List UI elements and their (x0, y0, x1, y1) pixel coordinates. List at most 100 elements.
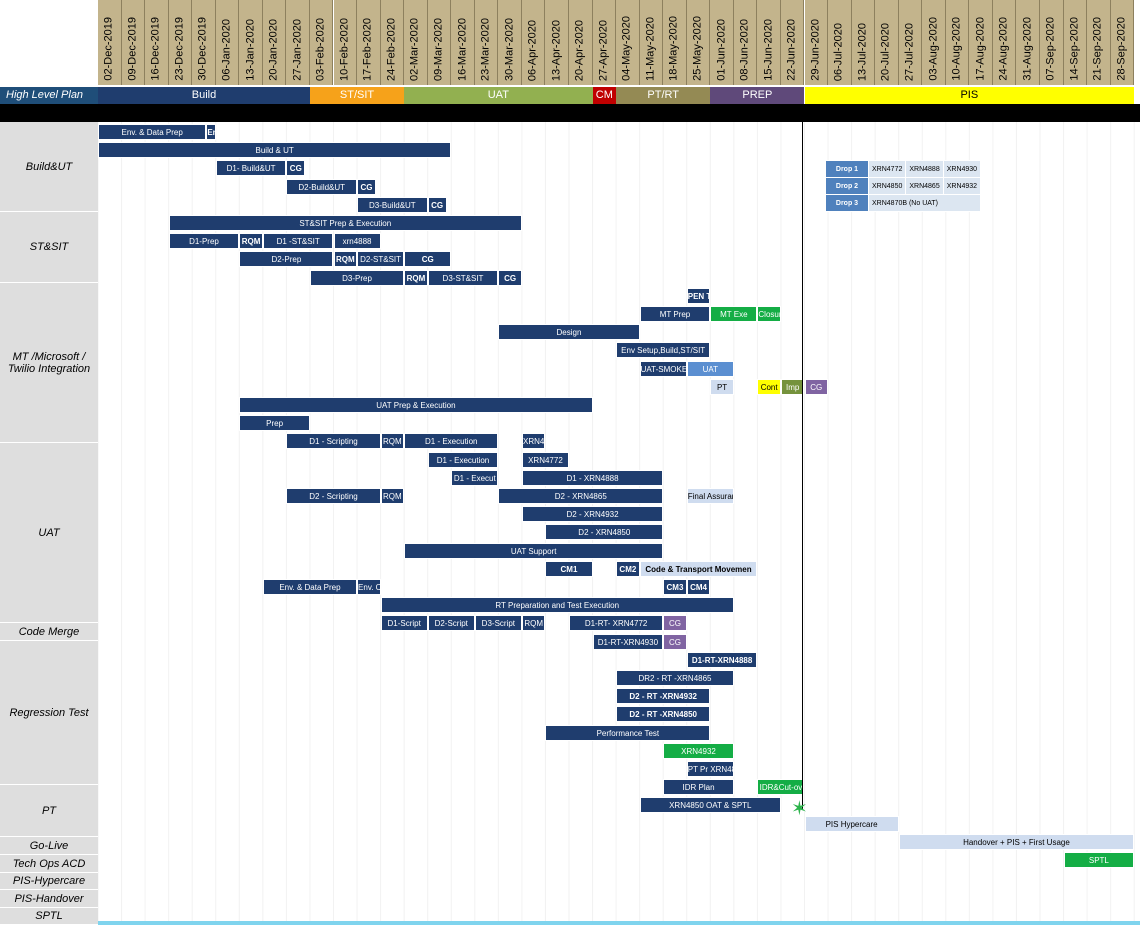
task-bar: Env. & Data Prep (262, 579, 358, 595)
row-label: MT /Microsoft / Twilio Integration (0, 283, 98, 443)
task-bar: D2 - Scripting (286, 488, 381, 504)
task-bar: CM3 (663, 579, 687, 595)
date-header: 06-Jul-2020 (828, 0, 852, 85)
task-bar: Imp (780, 378, 805, 395)
task-bar: RQM (333, 251, 358, 268)
task-bar: D1-Script (380, 615, 428, 632)
task-bar: Code & Transport Movemen (639, 560, 758, 577)
date-label: 09-Mar-2020 (432, 18, 445, 81)
date-header: 09-Mar-2020 (427, 0, 452, 85)
phase-cm: CM (592, 87, 617, 104)
date-label: 08-Jun-2020 (738, 19, 751, 81)
task-bar: DR2 - RT -XRN4865 (616, 670, 734, 686)
date-header: 13-Jul-2020 (851, 0, 876, 85)
task-bar: D2-ST&SIT (357, 251, 405, 268)
date-header: 17-Feb-2020 (357, 0, 381, 85)
task-bar: D3-Script (474, 615, 522, 632)
date-label: 09-Dec-2019 (126, 17, 139, 81)
row-label: Build&UT (0, 122, 98, 212)
task-bar: D2 - RT -XRN4850 (616, 706, 711, 723)
date-header: 07-Sep-2020 (1040, 0, 1064, 85)
date-header: 16-Dec-2019 (145, 0, 169, 85)
date-label: 16-Mar-2020 (456, 18, 469, 81)
date-header: 22-Jun-2020 (780, 0, 805, 85)
task-bar: CG (663, 633, 687, 650)
date-header: 20-Jul-2020 (875, 0, 899, 85)
row-label: PIS-Hypercare (0, 873, 98, 890)
task-bar: Env. (206, 124, 216, 140)
row-label: Code Merge (0, 623, 98, 641)
drop-label: Drop 2 (825, 177, 869, 195)
task-bar: D2 - XRN4865 (498, 488, 664, 504)
date-header: 31-Aug-2020 (1016, 0, 1040, 85)
date-label: 27-Jan-2020 (291, 19, 304, 81)
task-bar: RQM (380, 488, 405, 504)
task-bar: UAT-SMOKE (639, 360, 687, 377)
bottom-border (98, 921, 1140, 925)
task-bar: D1-Prep (168, 233, 240, 250)
task-bar: RQM (380, 433, 405, 450)
task-bar: RQM (404, 269, 428, 286)
task-bar: SPTL (1063, 852, 1135, 868)
date-header: 15-Jun-2020 (757, 0, 781, 85)
date-label: 24-Feb-2020 (385, 18, 398, 81)
date-label: 23-Mar-2020 (479, 18, 492, 81)
task-bar: D3-Prep (309, 269, 405, 286)
task-bar: Handover + PIS + First Usage (898, 833, 1135, 850)
date-header: 06-Apr-2020 (521, 0, 546, 85)
task-bar: CM4 (686, 579, 711, 595)
row-label: Regression Test (0, 641, 98, 785)
task-bar: UAT Prep & Execution (239, 397, 593, 413)
date-header: 01-Jun-2020 (710, 0, 734, 85)
drop-table: Drop 1 XRN4772 XRN4888 XRN4930 Drop 2 XRN4850… (825, 160, 982, 212)
task-bar: Design (498, 324, 640, 341)
task-bar: D1 - Execution (427, 451, 499, 468)
date-header: 30-Dec-2019 (192, 0, 216, 85)
date-label: 06-Jul-2020 (832, 22, 845, 81)
task-bar: D1 - Scripting (286, 433, 381, 450)
gantt-chart: 02-Dec-2019 09-Dec-2019 16-Dec-2019 23-Dec-… (0, 0, 1140, 925)
task-bar: MT Prep (639, 306, 711, 322)
date-header: 23-Mar-2020 (474, 0, 499, 85)
date-label: 15-Jun-2020 (762, 19, 775, 81)
date-label: 01-Jun-2020 (715, 19, 728, 81)
date-label: 20-Apr-2020 (573, 19, 586, 81)
high-level-plan-label: High Level Plan (0, 87, 98, 104)
date-label: 04-May-2020 (620, 16, 633, 81)
date-label: 29-Jun-2020 (809, 19, 822, 81)
task-bar: UAT Support (404, 542, 664, 559)
date-header: 17-Aug-2020 (969, 0, 993, 85)
date-label: 03-Aug-2020 (927, 17, 940, 81)
task-bar: D2-Script (427, 615, 475, 632)
task-bar: CG (804, 378, 829, 395)
drop-cell: XRN4930 (942, 160, 982, 178)
task-bar: PT (710, 378, 734, 395)
date-label: 10-Feb-2020 (338, 18, 351, 81)
date-header: 28-Sep-2020 (1110, 0, 1135, 85)
date-label: 02-Mar-2020 (408, 18, 421, 81)
drop-row: Drop 1 XRN4772 XRN4888 XRN4930 (825, 160, 982, 178)
date-header: 03-Feb-2020 (309, 0, 334, 85)
drop-cell: XRN4888 (905, 160, 944, 178)
date-header: 11-May-2020 (639, 0, 664, 85)
date-header: 02-Mar-2020 (404, 0, 428, 85)
task-bar: D1-RT-XRN4888 (686, 651, 758, 668)
date-label: 14-Sep-2020 (1068, 17, 1081, 81)
task-bar: D1 - XRN4888 (521, 469, 664, 486)
task-bar: D2 - XRN4850 (545, 524, 664, 541)
task-bar: XRN4772 (521, 451, 569, 468)
date-header: 20-Jan-2020 (262, 0, 287, 85)
task-bar: IDR&Cut-ov (757, 779, 805, 796)
task-bar: Performance Test (545, 724, 711, 741)
task-bar: D2 - XRN4932 (521, 506, 664, 523)
date-label: 27-Jul-2020 (903, 22, 916, 81)
date-header: 06-Jan-2020 (215, 0, 240, 85)
task-bar: D3-ST&SIT (427, 269, 499, 286)
task-bar: Cont (757, 378, 781, 395)
date-header: 13-Jan-2020 (239, 0, 263, 85)
drop-row: Drop 2 XRN4850 XRN4865 XRN4932 (825, 177, 982, 195)
date-header: 25-May-2020 (686, 0, 711, 85)
task-bar: CG (498, 269, 522, 286)
task-bar: CG (404, 251, 452, 268)
task-bar: XRN4932 (663, 742, 734, 759)
